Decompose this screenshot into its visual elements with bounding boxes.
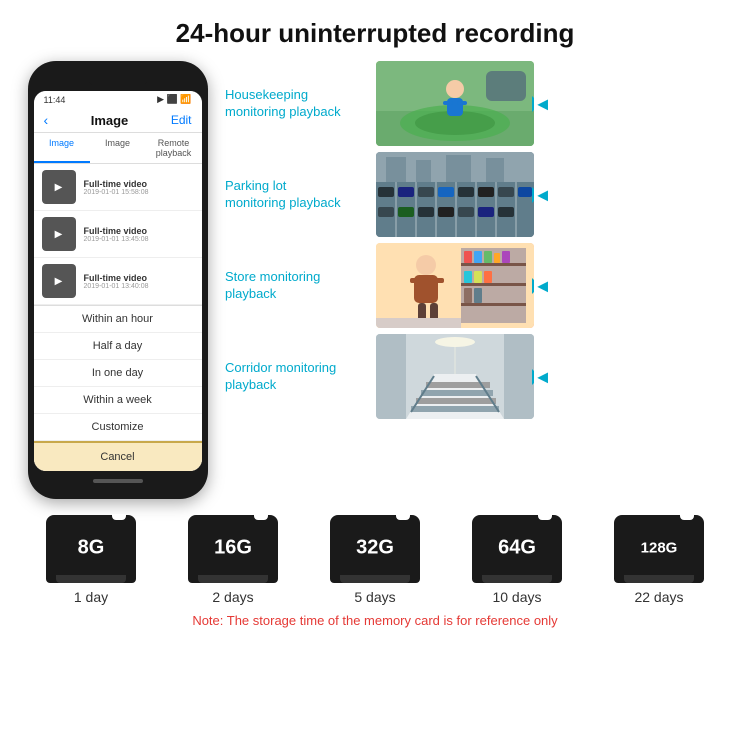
video-date-1: 2019-01-01 15:58:08 [84, 189, 149, 196]
sd-card-128g: 128G [614, 515, 704, 583]
phone-nav: ‹ Image Edit [34, 108, 202, 133]
phone-tabs: Image Image Remote playback [34, 133, 202, 164]
monitor-row-4: Corridor monitoringplayback [225, 334, 730, 419]
monitor-img-corridor [376, 334, 534, 419]
sd-notch-3 [396, 514, 410, 520]
sd-card-16g: 16G [188, 515, 278, 583]
sd-size-64g: 64G [498, 536, 536, 559]
monitor-img-housekeeping [376, 61, 534, 146]
storage-card-8g: 8G 1 day [46, 515, 136, 605]
middle-section: 11:44 ▶ ⬛ 📶 ‹ Image Edit Image Image Rem… [0, 61, 750, 499]
image-wrapper-4 [376, 334, 534, 419]
phone-home-indicator [93, 479, 143, 483]
storage-note: Note: The storage time of the memory car… [20, 613, 730, 628]
video-thumb-2 [42, 217, 76, 251]
sd-notch-4 [538, 514, 552, 520]
storage-days-16g: 2 days [212, 589, 253, 605]
storage-card-64g: 64G 10 days [472, 515, 562, 605]
video-date-3: 2019-01-01 13:40:08 [84, 283, 149, 290]
phone-screen-title: Image [91, 113, 129, 128]
phone-screen: 11:44 ▶ ⬛ 📶 ‹ Image Edit Image Image Rem… [34, 91, 202, 471]
storage-card-32g: 32G 5 days [330, 515, 420, 605]
back-arrow[interactable]: ‹ [44, 112, 49, 128]
monitor-label-1: Housekeepingmonitoring playback [225, 87, 370, 121]
video-item-2: Full-time video 2019-01-01 13:45:08 [34, 211, 202, 258]
tab-remote[interactable]: Remote playback [146, 133, 202, 163]
phone-mockup: 11:44 ▶ ⬛ 📶 ‹ Image Edit Image Image Rem… [20, 61, 215, 499]
phone-dropdown: Within an hour Half a day In one day Wit… [34, 305, 202, 471]
image-wrapper-2 [376, 152, 534, 237]
phone-video-list: Full-time video 2019-01-01 15:58:08 Full… [34, 164, 202, 305]
video-title-1: Full-time video [84, 179, 149, 189]
tab-image2[interactable]: Image [90, 133, 146, 163]
sd-notch-2 [254, 514, 268, 520]
monitor-label-3: Store monitoringplayback [225, 269, 370, 303]
storage-days-8g: 1 day [74, 589, 108, 605]
dropdown-item-5[interactable]: Customize [34, 414, 202, 441]
page-title: 24-hour uninterrupted recording [0, 0, 750, 61]
image-wrapper-1 [376, 61, 534, 146]
image-wrapper-3 [376, 243, 534, 328]
storage-section: 8G 1 day 16G 2 days 32G 5 days 64G 10 da… [0, 499, 750, 638]
dropdown-item-4[interactable]: Within a week [34, 387, 202, 414]
monitor-label-2: Parking lotmonitoring playback [225, 178, 370, 212]
monitor-img-store [376, 243, 534, 328]
video-thumb-3 [42, 264, 76, 298]
video-title-3: Full-time video [84, 273, 149, 283]
sd-notch-1 [112, 514, 126, 520]
phone-edit-button[interactable]: Edit [171, 113, 192, 127]
monitor-row-1: Housekeepingmonitoring playback [225, 61, 730, 146]
dropdown-item-2[interactable]: Half a day [34, 333, 202, 360]
video-info-1: Full-time video 2019-01-01 15:58:08 [84, 179, 149, 196]
phone-icons: ▶ ⬛ 📶 [157, 94, 191, 105]
storage-days-32g: 5 days [354, 589, 395, 605]
dropdown-item-1[interactable]: Within an hour [34, 306, 202, 333]
phone-time: 11:44 [44, 95, 66, 105]
video-item-1: Full-time video 2019-01-01 15:58:08 [34, 164, 202, 211]
tab-image[interactable]: Image [34, 133, 90, 163]
sd-size-8g: 8G [78, 536, 105, 559]
phone-status-bar: 11:44 ▶ ⬛ 📶 [34, 91, 202, 108]
sd-card-8g: 8G [46, 515, 136, 583]
video-date-2: 2019-01-01 13:45:08 [84, 236, 149, 243]
right-section: Housekeepingmonitoring playback [225, 61, 730, 421]
phone-notch [88, 73, 148, 87]
dropdown-cancel[interactable]: Cancel [34, 441, 202, 471]
video-item-3: Full-time video 2019-01-01 13:40:08 [34, 258, 202, 305]
storage-cards: 8G 1 day 16G 2 days 32G 5 days 64G 10 da… [20, 515, 730, 605]
video-info-3: Full-time video 2019-01-01 13:40:08 [84, 273, 149, 290]
sd-card-64g: 64G [472, 515, 562, 583]
monitor-row-3: Store monitoringplayback [225, 243, 730, 328]
video-info-2: Full-time video 2019-01-01 13:45:08 [84, 226, 149, 243]
video-thumb-1 [42, 170, 76, 204]
sd-card-32g: 32G [330, 515, 420, 583]
storage-card-128g: 128G 22 days [614, 515, 704, 605]
sd-size-32g: 32G [356, 536, 394, 559]
storage-card-16g: 16G 2 days [188, 515, 278, 605]
storage-days-128g: 22 days [634, 589, 683, 605]
sd-notch-5 [680, 514, 694, 520]
sd-size-16g: 16G [214, 536, 252, 559]
monitor-img-parking [376, 152, 534, 237]
monitor-row-2: Parking lotmonitoring playback [225, 152, 730, 237]
storage-days-64g: 10 days [492, 589, 541, 605]
sd-size-128g: 128G [641, 540, 678, 557]
monitor-label-4: Corridor monitoringplayback [225, 360, 370, 394]
dropdown-item-3[interactable]: In one day [34, 360, 202, 387]
video-title-2: Full-time video [84, 226, 149, 236]
phone-body: 11:44 ▶ ⬛ 📶 ‹ Image Edit Image Image Rem… [28, 61, 208, 499]
